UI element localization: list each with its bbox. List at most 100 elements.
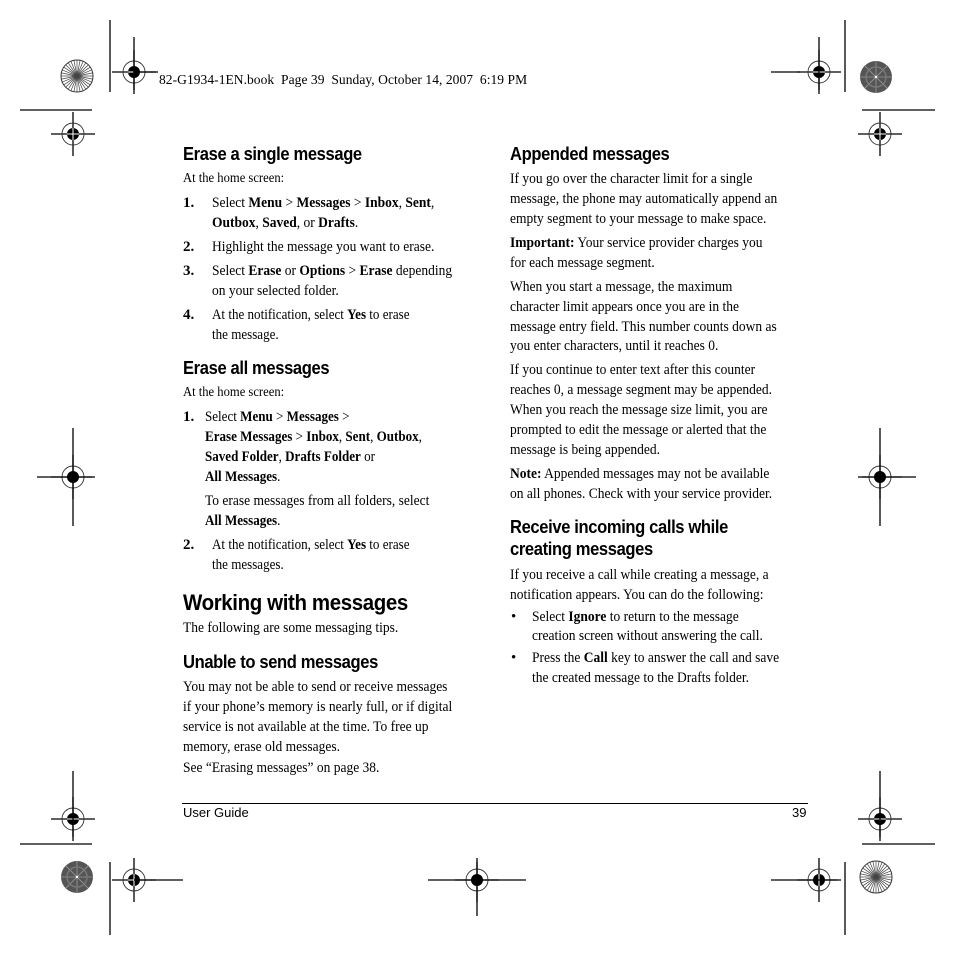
ui-term: Options xyxy=(299,263,346,279)
text-run: depending xyxy=(392,263,453,279)
appended-para2-line: When you start a message, the maximum xyxy=(510,279,733,295)
bullet-text: Press the Call key to answer the call an… xyxy=(532,648,779,668)
section-heading-working: Working with messages xyxy=(183,590,408,615)
step-text: Select Menu > Messages > Inbox, Sent, xyxy=(212,193,434,213)
appended-para2-line: message entry field. This number counts … xyxy=(510,319,777,335)
step-text: All Messages. xyxy=(205,467,280,487)
ui-term: Drafts Folder xyxy=(285,449,361,465)
step-text: Saved Folder, Drafts Folder or xyxy=(205,447,375,467)
step-text: Select Erase or Options > Erase dependin… xyxy=(212,261,452,281)
text-run: , xyxy=(418,429,422,445)
appended-para3-line: prompted to edit the message or alerted … xyxy=(510,422,767,438)
crosshair-registration-icon xyxy=(50,111,96,157)
incoming-intro-line: notification appears. You can do the fol… xyxy=(510,587,764,603)
section-heading-unable: Unable to send messages xyxy=(183,652,378,672)
appended-para1-line: empty segment to your message to make sp… xyxy=(510,211,767,227)
appended-para3-line: reaches 0, a message segment may be appe… xyxy=(510,382,773,398)
note-text-line: on all phones. Check with your service p… xyxy=(510,486,773,502)
text-run: . xyxy=(277,513,281,529)
ui-term: Drafts xyxy=(318,215,355,231)
ui-term: Yes xyxy=(347,537,367,553)
text-run: Select xyxy=(212,263,249,279)
text-run: Press the xyxy=(532,650,584,666)
text-run: At the notification, select xyxy=(212,537,348,553)
step-number: 2. xyxy=(183,537,195,553)
bullet-icon: • xyxy=(511,609,517,625)
ui-term: Call xyxy=(583,650,608,666)
step-text: At the notification, select Yes to erase xyxy=(212,305,410,325)
ui-term: All Messages xyxy=(205,513,278,529)
step-number: 4. xyxy=(183,307,195,323)
text-run: > xyxy=(345,263,360,279)
appended-para3-line: message is being appended. xyxy=(510,442,660,458)
text-run: to erase xyxy=(366,307,410,323)
section-heading-incoming: Receive incoming calls while xyxy=(510,517,728,537)
ui-term: Messages xyxy=(296,195,351,211)
ui-term: Inbox xyxy=(364,195,399,211)
step-text: Select Menu > Messages > xyxy=(205,407,350,427)
text-run: the message. xyxy=(212,327,279,343)
bullet-text: creation screen without answering the ca… xyxy=(532,626,763,646)
ui-term: Sent xyxy=(345,429,371,445)
erase-all-intro: At the home screen: xyxy=(183,385,285,400)
unable-line: memory, erase old messages. xyxy=(183,739,340,755)
page-number: 39 xyxy=(792,805,807,820)
step-text: Highlight the message you want to erase. xyxy=(212,237,434,257)
footer-title: User Guide xyxy=(183,805,249,820)
appended-para1-line: message, the phone may automatically app… xyxy=(510,191,778,207)
step-number: 3. xyxy=(183,263,195,279)
step-number: 1. xyxy=(183,409,195,425)
section-heading-erase-all: Erase all messages xyxy=(183,358,330,378)
ui-term: Erase Messages xyxy=(205,429,293,445)
ui-term: Erase xyxy=(359,263,393,279)
appended-para3-line: When you reach the message size limit, y… xyxy=(510,402,768,418)
starburst-icon xyxy=(60,860,94,894)
text-run: > xyxy=(292,429,307,445)
important-text-line: for each message segment. xyxy=(510,255,655,271)
ui-term: Outbox xyxy=(212,215,256,231)
ui-term: Sent xyxy=(405,195,431,211)
section-heading-erase-single: Erase a single message xyxy=(183,144,362,164)
text-run: > xyxy=(272,409,287,425)
text-run: > xyxy=(338,409,350,425)
text-run: or xyxy=(281,263,300,279)
print-marks xyxy=(20,20,935,935)
ui-term: Ignore xyxy=(568,609,607,625)
text-run: , xyxy=(255,215,263,231)
print-slug: 82-G1934-1EN.book Page 39 Sunday, Octobe… xyxy=(159,72,528,87)
step-text: the message. xyxy=(212,325,279,345)
cross-reference-link[interactable]: See “Erasing messages” on page 38. xyxy=(183,758,379,778)
ui-term: All Messages xyxy=(205,469,278,485)
text-run: . xyxy=(354,215,359,231)
starburst-icon xyxy=(60,59,94,93)
bullet-icon: • xyxy=(511,650,517,666)
ui-term: Inbox xyxy=(306,429,339,445)
appended-para2-line: you enter characters, until it reaches 0… xyxy=(510,338,719,354)
bullet-text: Select Ignore to return to the message xyxy=(532,607,739,627)
step-number: 2. xyxy=(183,239,195,255)
step-text: Outbox, Saved, or Drafts. xyxy=(212,213,358,233)
text-run: on your selected folder. xyxy=(212,283,339,299)
text-run: creation screen without answering the ca… xyxy=(532,628,763,644)
ui-term: Menu xyxy=(240,409,273,425)
crosshair-registration-icon xyxy=(857,111,903,157)
important-note: Important: Your service provider charges… xyxy=(510,233,762,253)
text-run: , xyxy=(398,195,406,211)
text-run: > xyxy=(350,195,365,211)
step-text: on your selected folder. xyxy=(212,281,339,301)
ui-term: Saved Folder xyxy=(205,449,279,465)
text-run: . xyxy=(277,469,281,485)
text-run: To erase messages from all folders, sele… xyxy=(205,493,430,509)
section-heading-appended: Appended messages xyxy=(510,144,670,164)
text-run: to return to the message xyxy=(606,609,739,625)
note: Note: Appended messages may not be avail… xyxy=(510,464,769,484)
text-run: Highlight the message you want to erase. xyxy=(212,239,435,255)
important-label: Important: xyxy=(510,235,575,251)
ui-term: Yes xyxy=(347,307,367,323)
ui-term: Messages xyxy=(286,409,339,425)
ui-term: Erase xyxy=(248,263,282,279)
note-label: Note: xyxy=(510,466,542,482)
text-run: Select xyxy=(205,409,241,425)
important-text: Your service provider charges you xyxy=(574,235,763,251)
working-intro: The following are some messaging tips. xyxy=(183,620,399,636)
